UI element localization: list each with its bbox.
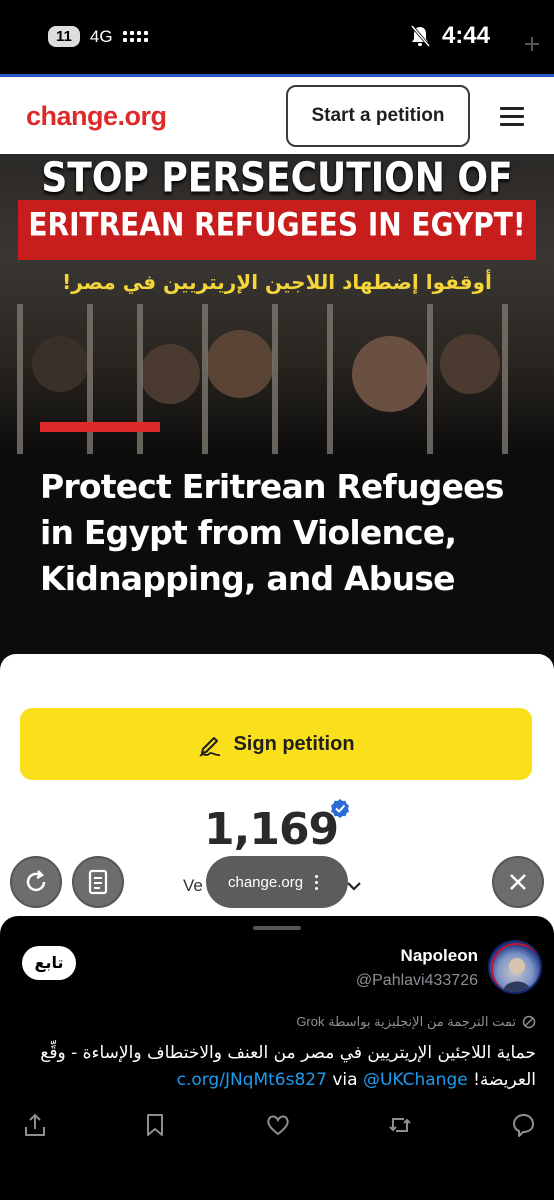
tweet-body: حماية اللاجئين الإريتريين في مصر من العن…: [16, 1040, 536, 1094]
sign-petition-button[interactable]: Sign petition: [20, 708, 532, 780]
reload-icon: [26, 870, 46, 892]
avatar[interactable]: [488, 940, 542, 994]
hamburger-menu-icon[interactable]: [500, 107, 524, 127]
close-browser-button[interactable]: [492, 856, 544, 908]
url-label: change.org: [228, 873, 304, 891]
sign-petition-label: Sign petition: [233, 732, 355, 755]
petition-title: Protect Eritrean Refugees in Egypt from …: [40, 467, 504, 598]
grok-icon: [522, 1015, 536, 1029]
share-icon[interactable]: [22, 1112, 48, 1138]
browser-url-pill[interactable]: change.org: [206, 856, 348, 908]
petition-hero: STOP PERSECUTION OF ERITREAN REFUGEES IN…: [0, 154, 554, 674]
network-label: 4G: [89, 26, 113, 46]
tweet-via-word: via: [332, 1070, 358, 1090]
document-icon: [88, 869, 108, 895]
follow-button[interactable]: تابع: [22, 946, 76, 980]
signal-icon: [122, 31, 148, 42]
close-icon: [510, 874, 526, 890]
site-header: change.org Start a petition: [0, 77, 554, 157]
tweet-user-handle[interactable]: @Pahlavi433726: [356, 972, 478, 990]
tweet-action-bar: [0, 1112, 554, 1142]
translation-note[interactable]: تمت الترجمة من الإنجليزية بواسطة Grok: [296, 1014, 536, 1030]
pen-signature-icon: [199, 737, 221, 757]
tweet-link[interactable]: c.org/JNqMt6s827: [177, 1070, 327, 1090]
reply-icon[interactable]: [510, 1112, 536, 1138]
faint-plus-icon: [525, 37, 539, 51]
translation-note-text: تمت الترجمة من الإنجليزية بواسطة Grok: [296, 1014, 516, 1029]
status-bar: 11 4G 4:44: [0, 0, 554, 78]
bell-muted-icon: [410, 25, 430, 47]
more-options-icon[interactable]: [315, 874, 319, 890]
banner-arabic-text: أوقفوا إضطهاد اللاجين الإريتريين في مصر!: [62, 270, 492, 294]
battery-indicator: 11: [48, 26, 80, 47]
start-petition-button[interactable]: Start a petition: [286, 85, 470, 147]
tweet-sheet: تابع Napoleon @Pahlavi433726 تمت الترجمة…: [0, 916, 554, 1200]
reader-mode-button[interactable]: [72, 856, 124, 908]
reload-button[interactable]: [10, 856, 62, 908]
signature-count: 1,169: [204, 804, 339, 855]
retweet-icon[interactable]: [387, 1112, 413, 1138]
bookmark-icon[interactable]: [142, 1112, 168, 1138]
verified-badge-icon: [331, 799, 349, 818]
change-org-logo[interactable]: change.org: [26, 101, 167, 132]
tweet-mention[interactable]: @UKChange: [363, 1070, 468, 1090]
chevron-down-icon[interactable]: [346, 880, 362, 892]
like-heart-icon[interactable]: [265, 1112, 291, 1138]
accent-rule: [40, 422, 160, 432]
tweet-user-name[interactable]: Napoleon: [401, 946, 478, 966]
verified-signatures-label[interactable]: Ve: [183, 876, 203, 896]
petition-card: Sign petition 1,169 Ve: [0, 654, 554, 954]
status-left: 11 4G: [48, 26, 148, 47]
clock: 4:44: [441, 22, 490, 49]
banner-headline-1: STOP PERSECUTION OF: [41, 154, 513, 203]
banner-headline-2: ERITREAN REFUGEES IN EGYPT!: [28, 205, 526, 244]
status-right: 4:44: [410, 22, 490, 50]
avatar-portrait-image: [491, 943, 540, 992]
sheet-drag-handle[interactable]: [253, 926, 301, 930]
